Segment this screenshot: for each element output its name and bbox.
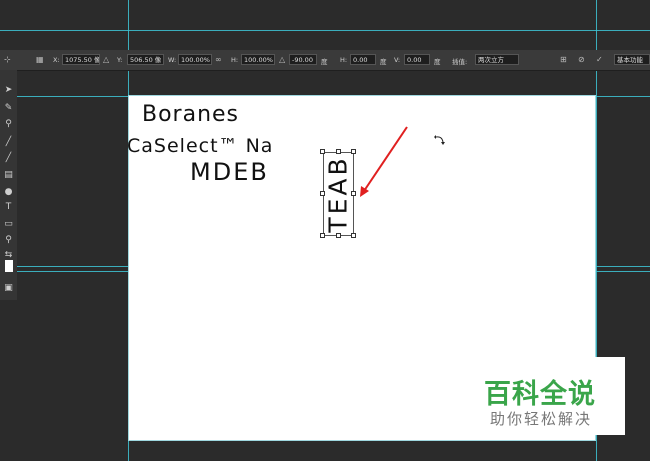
watermark-slogan: 助你轻松解决 <box>490 410 593 428</box>
watermark-brand: 百科全说 <box>484 379 596 410</box>
rotate-cursor-icon <box>434 135 445 145</box>
